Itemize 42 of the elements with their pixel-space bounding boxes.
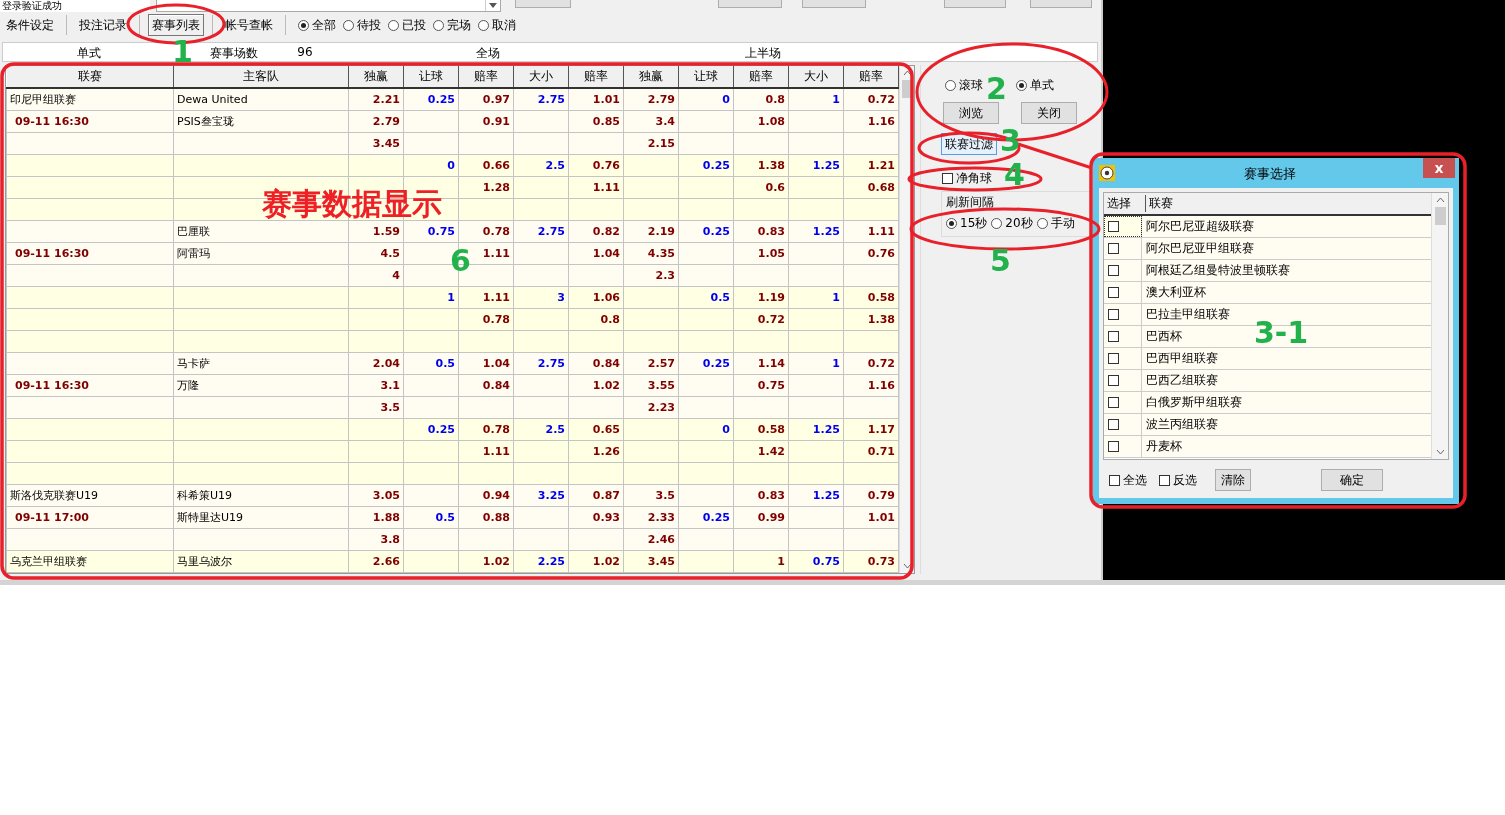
annotation-caption: 赛事数据显示 — [262, 189, 442, 219]
table-cell: 阿雷玛 — [173, 242, 349, 265]
annotation-number: 2 — [986, 74, 1007, 104]
table-cell: 09-11 16:30 — [6, 242, 174, 265]
table-cell: 09-11 16:30 — [6, 374, 174, 397]
table-cell: 万隆 — [173, 374, 349, 397]
table-cell: 斯特里达U19 — [173, 506, 349, 529]
table-cell: PSIS叁宝珑 — [173, 110, 349, 133]
dialog-title: 赛事选择 — [1244, 165, 1296, 183]
column-header: 主客队 — [173, 66, 349, 88]
table-cell: 巴厘联 — [173, 220, 349, 243]
column-header: 大小 — [513, 66, 569, 88]
table-cell: 09-11 17:00 — [6, 506, 174, 529]
column-header: 赔率 — [733, 66, 789, 88]
summary-cell: 96 — [297, 45, 313, 59]
summary-cell: 赛事场数 — [210, 45, 258, 62]
table-cell: 马里乌波尔 — [173, 550, 349, 573]
table-cell: 马卡萨 — [173, 352, 349, 375]
column-header: 大小 — [788, 66, 844, 88]
table-cell: 印尼甲组联赛 — [6, 88, 174, 111]
table-cell: 乌克兰甲组联赛 — [6, 550, 174, 573]
annotation-number: 1 — [172, 37, 193, 67]
column-header: 选择 — [1104, 195, 1146, 212]
column-header: 赔率 — [843, 66, 899, 88]
column-header: 让球 — [678, 66, 734, 88]
column-header: 独赢 — [623, 66, 679, 88]
column-header: 让球 — [403, 66, 459, 88]
summary-cell: 上半场 — [745, 45, 781, 62]
annotation-number: 5 — [990, 246, 1011, 276]
summary-cell: 全场 — [476, 45, 500, 62]
status-field: 登录验证成功 — [0, 0, 150, 12]
summary-cell: 单式 — [77, 45, 101, 62]
table-cell: Dewa United — [173, 88, 349, 111]
column-header: 独赢 — [348, 66, 404, 88]
column-header: 联赛 — [1148, 195, 1173, 212]
column-header: 联赛 — [6, 66, 174, 88]
table-cell: 09-11 16:30 — [6, 110, 174, 133]
table-cell: 科希策U19 — [173, 484, 349, 507]
column-header: 赔率 — [458, 66, 514, 88]
table-cell: 斯洛伐克联赛U19 — [6, 484, 174, 507]
column-header: 赔率 — [568, 66, 624, 88]
annotation-number: 3-1 — [1254, 318, 1309, 348]
